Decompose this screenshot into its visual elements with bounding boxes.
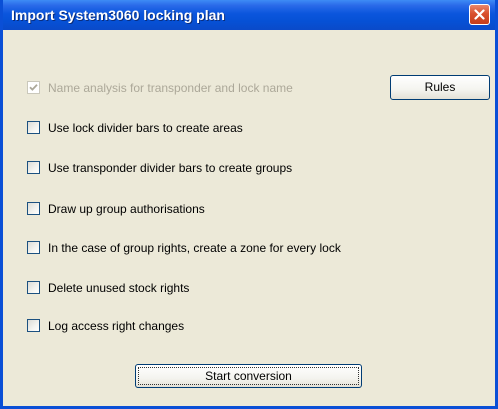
close-icon bbox=[474, 9, 485, 20]
option-label-lock-divider-areas: Use lock divider bars to create areas bbox=[48, 121, 243, 135]
title-bar[interactable]: Import System3060 locking plan bbox=[3, 0, 495, 30]
option-label-log-access-right-changes: Log access right changes bbox=[48, 319, 185, 333]
close-button[interactable] bbox=[469, 4, 490, 25]
checkbox-zone-every-lock[interactable] bbox=[27, 241, 40, 254]
import-dialog-window: Import System3060 locking plan Name anal… bbox=[0, 0, 498, 409]
option-label-transponder-divider-groups: Use transponder divider bars to create g… bbox=[48, 161, 293, 175]
rules-button[interactable]: Rules bbox=[390, 75, 490, 100]
checkbox-lock-divider-areas[interactable] bbox=[27, 121, 40, 134]
option-label-group-authorisations: Draw up group authorisations bbox=[48, 202, 205, 216]
checkbox-group-authorisations[interactable] bbox=[27, 202, 40, 215]
checkbox-log-access-right-changes[interactable] bbox=[27, 319, 40, 332]
option-label-delete-unused-stock-rights: Delete unused stock rights bbox=[48, 281, 190, 295]
option-label-name-analysis: Name analysis for transponder and lock n… bbox=[48, 81, 293, 95]
start-conversion-label: Start conversion bbox=[205, 369, 292, 383]
checkbox-name-analysis bbox=[27, 81, 40, 94]
checkbox-delete-unused-stock-rights[interactable] bbox=[27, 281, 40, 294]
option-label-zone-every-lock: In the case of group rights, create a zo… bbox=[48, 241, 341, 255]
checkmark-icon bbox=[29, 84, 38, 91]
start-conversion-button[interactable]: Start conversion bbox=[135, 364, 362, 388]
window-title: Import System3060 locking plan bbox=[11, 7, 225, 23]
checkbox-transponder-divider-groups[interactable] bbox=[27, 161, 40, 174]
